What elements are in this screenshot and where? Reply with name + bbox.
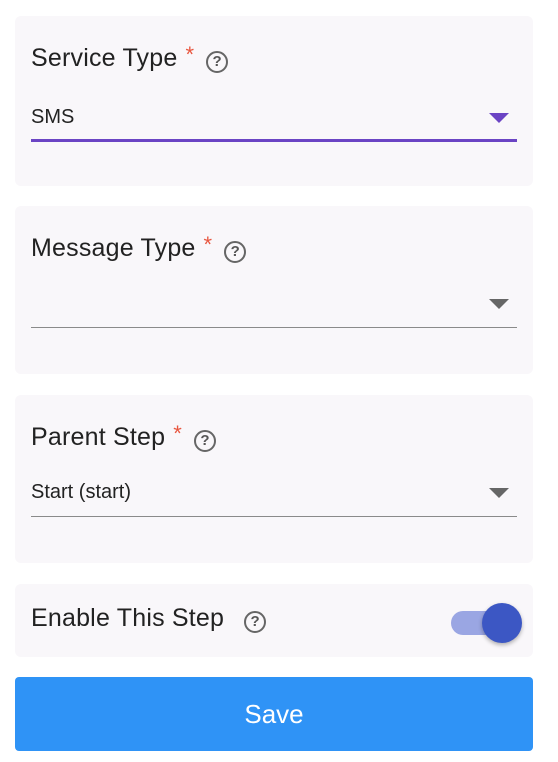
parent-step-value: Start (start) [31, 481, 132, 503]
service-type-label: Service Type [31, 44, 178, 72]
dropdown-arrow-icon[interactable] [489, 113, 509, 123]
parent-step-label-row: Parent Step * ? [31, 420, 216, 452]
question-circle-icon[interactable]: ? [194, 429, 216, 452]
message-type-label: Message Type [31, 234, 196, 262]
dropdown-arrow-icon[interactable] [489, 488, 509, 498]
service-type-value: SMS [31, 106, 75, 128]
message-type-select[interactable] [31, 288, 517, 328]
required-asterisk: * [173, 420, 182, 446]
save-button[interactable]: Save [15, 677, 533, 751]
enable-step-toggle[interactable] [449, 602, 523, 643]
required-asterisk: * [203, 231, 213, 257]
dropdown-arrow-icon[interactable] [489, 299, 509, 309]
message-type-card: Message Type * ? [15, 206, 533, 374]
enable-step-label: Enable This Step [31, 604, 225, 632]
message-type-label-row: Message Type * ? [31, 231, 247, 263]
required-asterisk: * [185, 41, 195, 67]
toggle-thumb[interactable] [482, 603, 522, 643]
enable-step-card: Enable This Step ? [15, 584, 533, 657]
question-circle-icon[interactable]: ? [206, 50, 229, 73]
service-type-card: Service Type * ? SMS [15, 16, 533, 186]
enable-step-label-row: Enable This Step ? [31, 604, 267, 633]
parent-step-select[interactable]: Start (start) [31, 477, 517, 517]
service-type-label-row: Service Type * ? [31, 41, 229, 73]
parent-step-label: Parent Step [31, 423, 166, 451]
parent-step-card: Parent Step * ? Start (start) [15, 395, 533, 563]
question-circle-icon[interactable]: ? [244, 610, 267, 633]
service-type-select[interactable]: SMS [31, 102, 517, 142]
question-circle-icon[interactable]: ? [224, 240, 247, 263]
